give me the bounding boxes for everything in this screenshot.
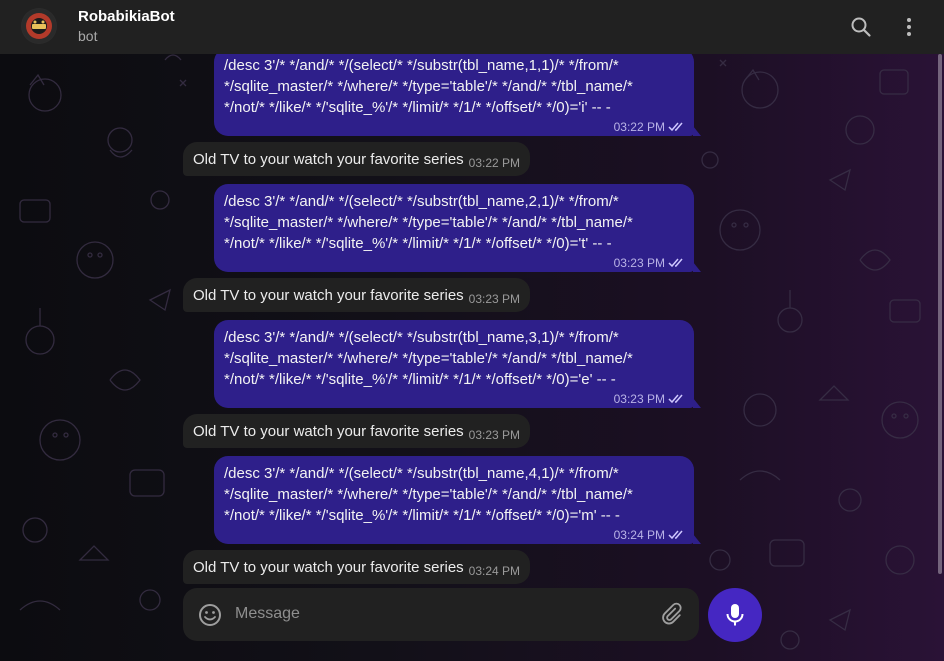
message-time: 03:23 PM	[468, 428, 521, 442]
message-text: /desc 3'/* */and/* */(select/* */substr(…	[224, 329, 633, 388]
search-button[interactable]	[845, 11, 877, 43]
chat-subtitle: bot	[78, 28, 98, 44]
outgoing-message[interactable]: /desc 3'/* */and/* */(select/* */substr(…	[214, 184, 701, 272]
message-text: Old TV to your watch your favorite serie…	[193, 558, 464, 576]
message-time: 03:22 PM	[613, 119, 665, 134]
message-composer	[183, 588, 699, 641]
voice-record-button[interactable]	[708, 588, 762, 642]
incoming-message[interactable]: Old TV to your watch your favorite serie…	[183, 278, 531, 312]
message-time: 03:23 PM	[613, 391, 665, 406]
outgoing-message[interactable]: /desc 3'/* */and/* */(select/* */substr(…	[214, 54, 701, 136]
double-check-icon	[668, 394, 683, 404]
bot-avatar[interactable]	[21, 8, 57, 44]
message-list[interactable]: /desc 3'/* */and/* */(select/* */substr(…	[0, 54, 944, 588]
message-scrollbar[interactable]	[938, 54, 942, 574]
incoming-message[interactable]: Old TV to your watch your favorite serie…	[183, 142, 531, 176]
message-text: /desc 3'/* */and/* */(select/* */substr(…	[224, 57, 633, 116]
message-time: 03:23 PM	[613, 255, 665, 270]
message-input[interactable]	[235, 600, 635, 628]
attach-button[interactable]	[660, 602, 686, 628]
outgoing-message[interactable]: /desc 3'/* */and/* */(select/* */substr(…	[214, 320, 701, 408]
double-check-icon	[668, 122, 683, 132]
microphone-icon	[726, 604, 744, 626]
incoming-message[interactable]: Old TV to your watch your favorite serie…	[183, 550, 531, 584]
chat-header: RobabikiaBot bot	[0, 0, 944, 54]
message-text: /desc 3'/* */and/* */(select/* */substr(…	[224, 193, 633, 252]
outgoing-message[interactable]: /desc 3'/* */and/* */(select/* */substr(…	[214, 456, 701, 544]
double-check-icon	[668, 530, 683, 540]
search-icon	[851, 17, 871, 37]
message-time: 03:24 PM	[468, 564, 521, 578]
more-options-button[interactable]	[893, 11, 925, 43]
message-text: Old TV to your watch your favorite serie…	[193, 422, 464, 440]
message-time: 03:23 PM	[468, 292, 521, 306]
message-text: Old TV to your watch your favorite serie…	[193, 150, 464, 168]
incoming-message[interactable]: Old TV to your watch your favorite serie…	[183, 414, 531, 448]
chat-title[interactable]: RobabikiaBot	[78, 8, 175, 25]
message-time: 03:22 PM	[468, 156, 521, 170]
more-vertical-icon	[907, 18, 911, 36]
message-text: /desc 3'/* */and/* */(select/* */substr(…	[224, 465, 633, 524]
emoji-button[interactable]	[197, 602, 223, 628]
double-check-icon	[668, 258, 683, 268]
message-text: Old TV to your watch your favorite serie…	[193, 286, 464, 304]
paperclip-icon	[662, 602, 682, 625]
message-time: 03:24 PM	[613, 527, 665, 542]
smile-icon	[199, 604, 221, 626]
